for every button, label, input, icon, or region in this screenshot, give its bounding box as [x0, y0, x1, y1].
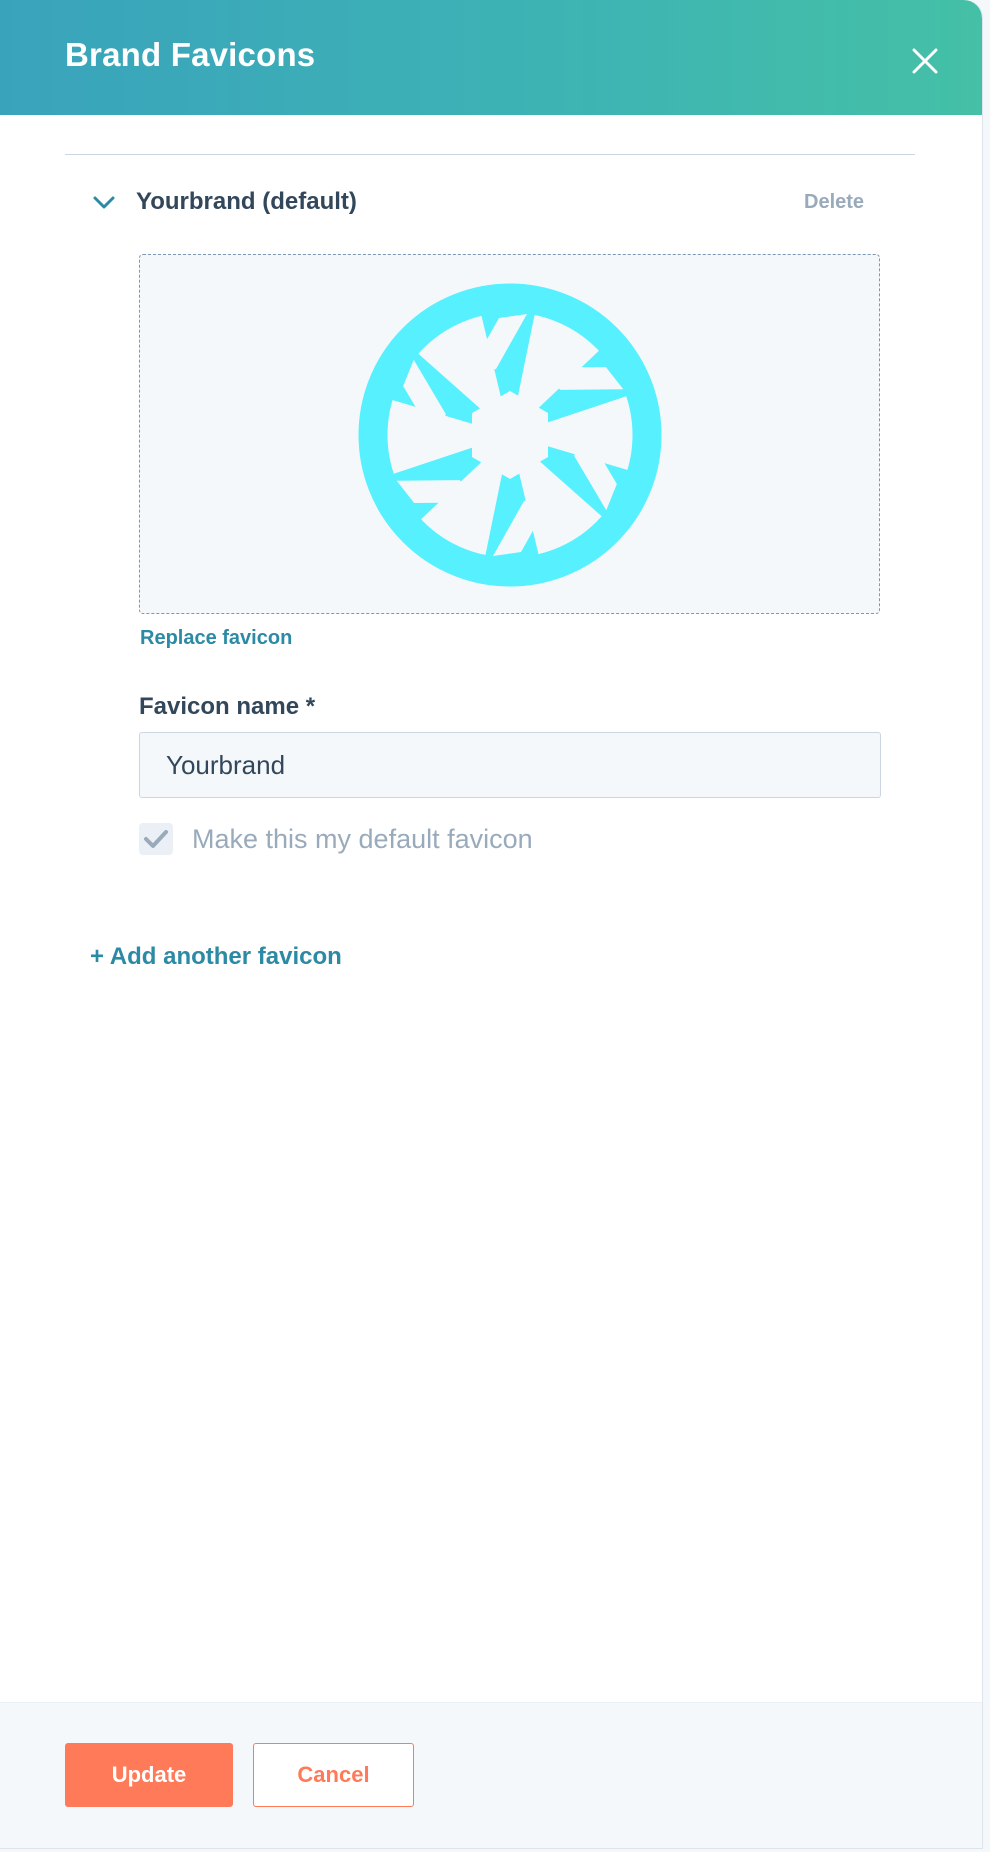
close-button[interactable] [900, 36, 950, 86]
camera-aperture-icon [358, 283, 662, 587]
panel-header: Brand Favicons [0, 0, 982, 115]
favicon-section-title[interactable]: Yourbrand (default) [136, 188, 357, 216]
favicon-preview[interactable] [139, 254, 880, 614]
delete-link[interactable]: Delete [804, 191, 864, 214]
close-icon [912, 48, 938, 74]
add-another-favicon-link[interactable]: + Add another favicon [90, 943, 342, 971]
collapse-toggle[interactable] [91, 190, 117, 214]
default-favicon-checkbox-label: Make this my default favicon [192, 824, 533, 854]
update-button[interactable]: Update [65, 1743, 233, 1807]
chevron-down-icon [93, 196, 115, 209]
default-favicon-checkbox[interactable] [139, 823, 173, 855]
brand-favicons-panel: Brand Favicons Yourbrand (default) Delet… [0, 0, 983, 1849]
panel-footer: Update Cancel [0, 1702, 982, 1848]
panel-title: Brand Favicons [65, 36, 316, 73]
replace-favicon-link[interactable]: Replace favicon [140, 627, 292, 650]
cancel-button[interactable]: Cancel [253, 1743, 414, 1807]
checkmark-icon [144, 830, 168, 848]
section-divider [65, 154, 915, 155]
favicon-name-input[interactable] [139, 732, 881, 798]
favicon-name-label: Favicon name * [139, 693, 316, 720]
